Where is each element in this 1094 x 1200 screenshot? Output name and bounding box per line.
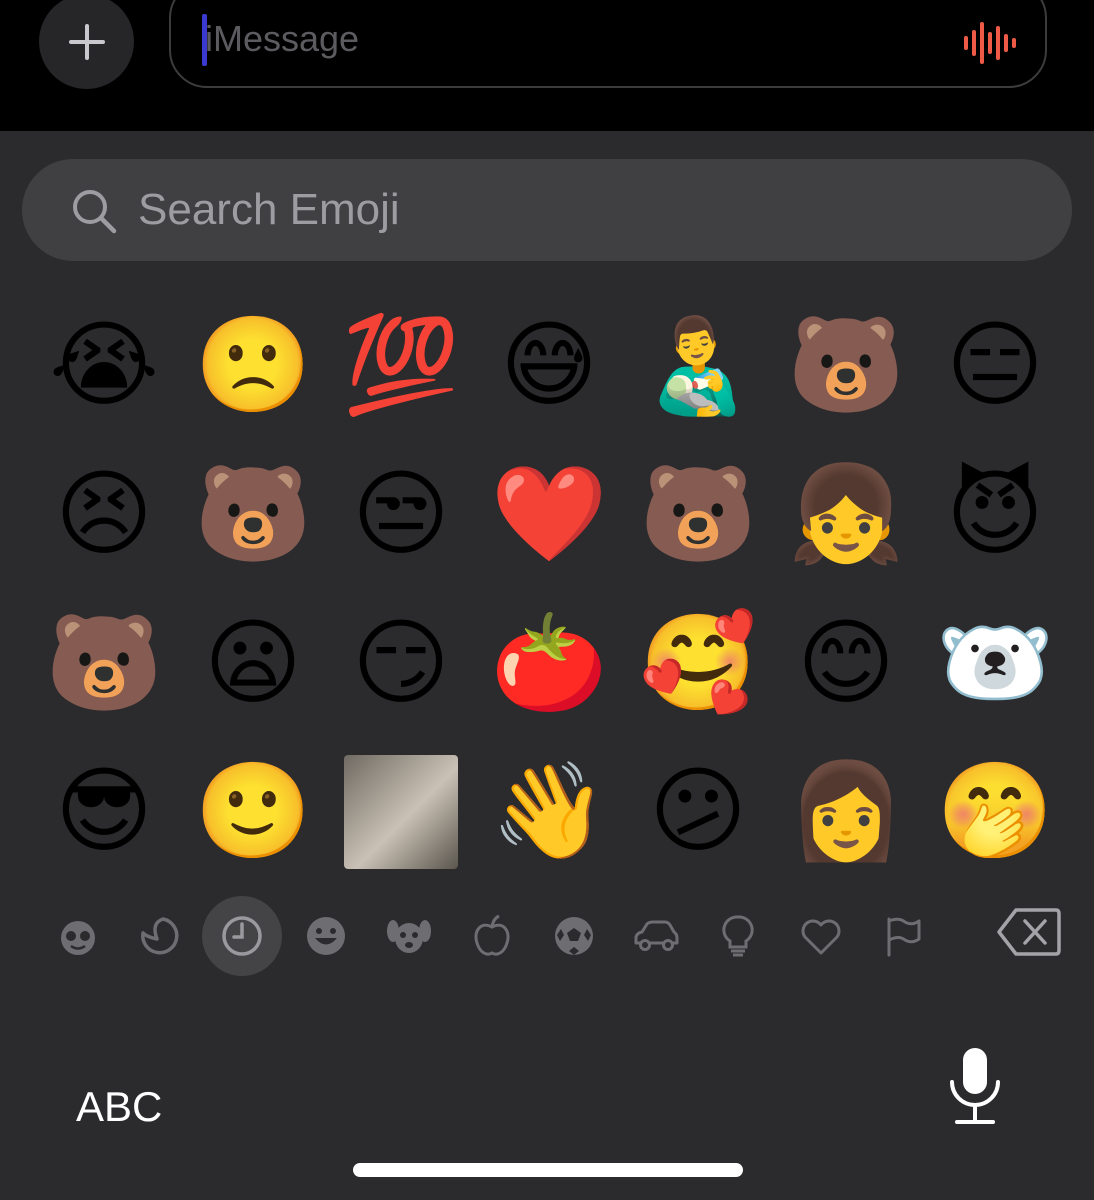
category-symbols[interactable] — [781, 896, 861, 976]
flag-icon — [887, 917, 921, 957]
emoji-cell[interactable]: 🐻 — [30, 590, 178, 738]
emoji-glyph: 👋 — [490, 757, 608, 866]
emoji-glyph: 💯 — [342, 311, 460, 420]
emoji-cell[interactable]: 👨‍🍼 — [624, 292, 772, 440]
car-icon — [634, 920, 679, 951]
emoji-glyph: 🐻 — [787, 311, 905, 420]
emoji-cell[interactable]: 👧 — [772, 441, 920, 589]
emoji-cell[interactable]: 😕 — [624, 738, 772, 886]
emoji-glyph: 😣 — [55, 460, 153, 569]
emoji-cell[interactable] — [327, 738, 475, 886]
add-attachment-button[interactable] — [39, 0, 134, 89]
category-smileys[interactable] — [286, 896, 366, 976]
emoji-glyph: 😈 — [946, 460, 1044, 569]
emoji-glyph: 🐻 — [639, 460, 757, 569]
emoji-glyph: 🙂 — [194, 757, 312, 866]
abc-keyboard-button[interactable]: ABC — [76, 1083, 162, 1131]
dog-icon — [387, 920, 431, 953]
emoji-glyph: 😦 — [204, 609, 302, 718]
cat-photo-sticker — [344, 755, 458, 869]
emoji-cell[interactable]: 😊 — [772, 590, 920, 738]
emoji-cell[interactable]: 😭 — [30, 292, 178, 440]
category-travel[interactable] — [616, 896, 696, 976]
emoji-glyph: 😕 — [649, 757, 747, 866]
emoji-cell[interactable]: 😈 — [921, 441, 1069, 589]
clock-icon — [222, 916, 262, 956]
emoji-cell[interactable]: 🙂 — [179, 738, 327, 886]
category-memoji[interactable] — [38, 896, 118, 976]
category-objects[interactable] — [698, 896, 778, 976]
smiley-icon — [307, 917, 345, 955]
message-bar: iMessage — [0, 0, 1094, 131]
category-activity[interactable] — [534, 896, 614, 976]
emoji-cell[interactable]: 🍅 — [475, 590, 623, 738]
emoji-glyph: 🤭 — [936, 757, 1054, 866]
emoji-search-field[interactable]: Search Emoji — [22, 159, 1072, 261]
category-food[interactable] — [452, 896, 532, 976]
delete-backward-icon[interactable] — [996, 906, 1062, 958]
emoji-glyph: 😊 — [797, 609, 895, 718]
home-indicator — [353, 1163, 743, 1177]
emoji-cell[interactable]: 💯 — [327, 292, 475, 440]
emoji-cell[interactable]: 🐻‍❄️ — [921, 590, 1069, 738]
emoji-glyph: 😅 — [500, 311, 598, 420]
emoji-cell[interactable]: 😏 — [327, 590, 475, 738]
emoji-cell[interactable]: 🐻 — [772, 292, 920, 440]
emoji-glyph: 😏 — [352, 609, 450, 718]
soccer-ball-icon — [555, 917, 593, 955]
memoji-icon — [61, 921, 95, 955]
waveform-icon[interactable] — [962, 18, 1018, 68]
emoji-glyph: 🍅 — [490, 609, 608, 718]
emoji-glyph: 😭 — [49, 311, 159, 420]
message-placeholder: iMessage — [205, 18, 360, 59]
emoji-cell[interactable]: 😣 — [30, 441, 178, 589]
emoji-cell[interactable]: 😑 — [921, 292, 1069, 440]
category-flags[interactable] — [864, 896, 944, 976]
search-placeholder: Search Emoji — [138, 185, 400, 234]
emoji-cell[interactable]: 😦 — [179, 590, 327, 738]
emoji-cell[interactable]: 🤭 — [921, 738, 1069, 886]
category-animals[interactable] — [369, 896, 449, 976]
emoji-cell[interactable]: 🙁 — [179, 292, 327, 440]
emoji-glyph: 😎 — [55, 757, 153, 866]
category-stickers[interactable] — [120, 896, 200, 976]
emoji-glyph: 🐻 — [194, 460, 312, 569]
apple-icon — [474, 914, 510, 956]
emoji-cell[interactable]: 😒 — [327, 441, 475, 589]
emoji-glyph: 😒 — [352, 460, 450, 569]
emoji-glyph: 👨‍🍼 — [639, 311, 757, 420]
emoji-cell[interactable]: 👩 — [772, 738, 920, 886]
microphone-icon[interactable] — [940, 1046, 1010, 1128]
message-input[interactable]: iMessage — [169, 0, 1047, 88]
emoji-grid: 😭 🙁 💯 😅 👨‍🍼 🐻 😑 😣 🐻 😒 ❤️ 🐻 👧 😈 🐻 😦 😏 🍅 🥰 😊 🐻‍❄️ 😎 🙂 👋 😕 👩 🤭 — [30, 292, 1075, 887]
emoji-glyph: 👩 — [787, 757, 905, 866]
emoji-cell[interactable]: 👋 — [475, 738, 623, 886]
emoji-glyph: 😑 — [946, 311, 1044, 420]
plus-icon — [68, 23, 105, 60]
emoji-glyph: 🐻 — [45, 609, 163, 718]
category-recent[interactable] — [202, 896, 282, 976]
heart-icon — [801, 919, 841, 955]
emoji-glyph: 🐻‍❄️ — [936, 609, 1054, 718]
emoji-glyph: 👧 — [787, 460, 905, 569]
magnifier-icon — [73, 190, 117, 234]
emoji-category-bar — [36, 892, 1076, 982]
emoji-glyph: 🙁 — [194, 311, 312, 420]
emoji-cell[interactable]: 😅 — [475, 292, 623, 440]
emoji-glyph: ❤️ — [490, 460, 608, 569]
emoji-cell[interactable]: 🐻 — [624, 441, 772, 589]
lightbulb-icon — [722, 915, 754, 957]
emoji-cell[interactable]: 🥰 — [624, 590, 772, 738]
emoji-cell[interactable]: 🐻 — [179, 441, 327, 589]
emoji-cell[interactable]: 😎 — [30, 738, 178, 886]
emoji-glyph: 🥰 — [639, 609, 757, 718]
emoji-cell[interactable]: ❤️ — [475, 441, 623, 589]
stickers-icon — [141, 917, 179, 955]
